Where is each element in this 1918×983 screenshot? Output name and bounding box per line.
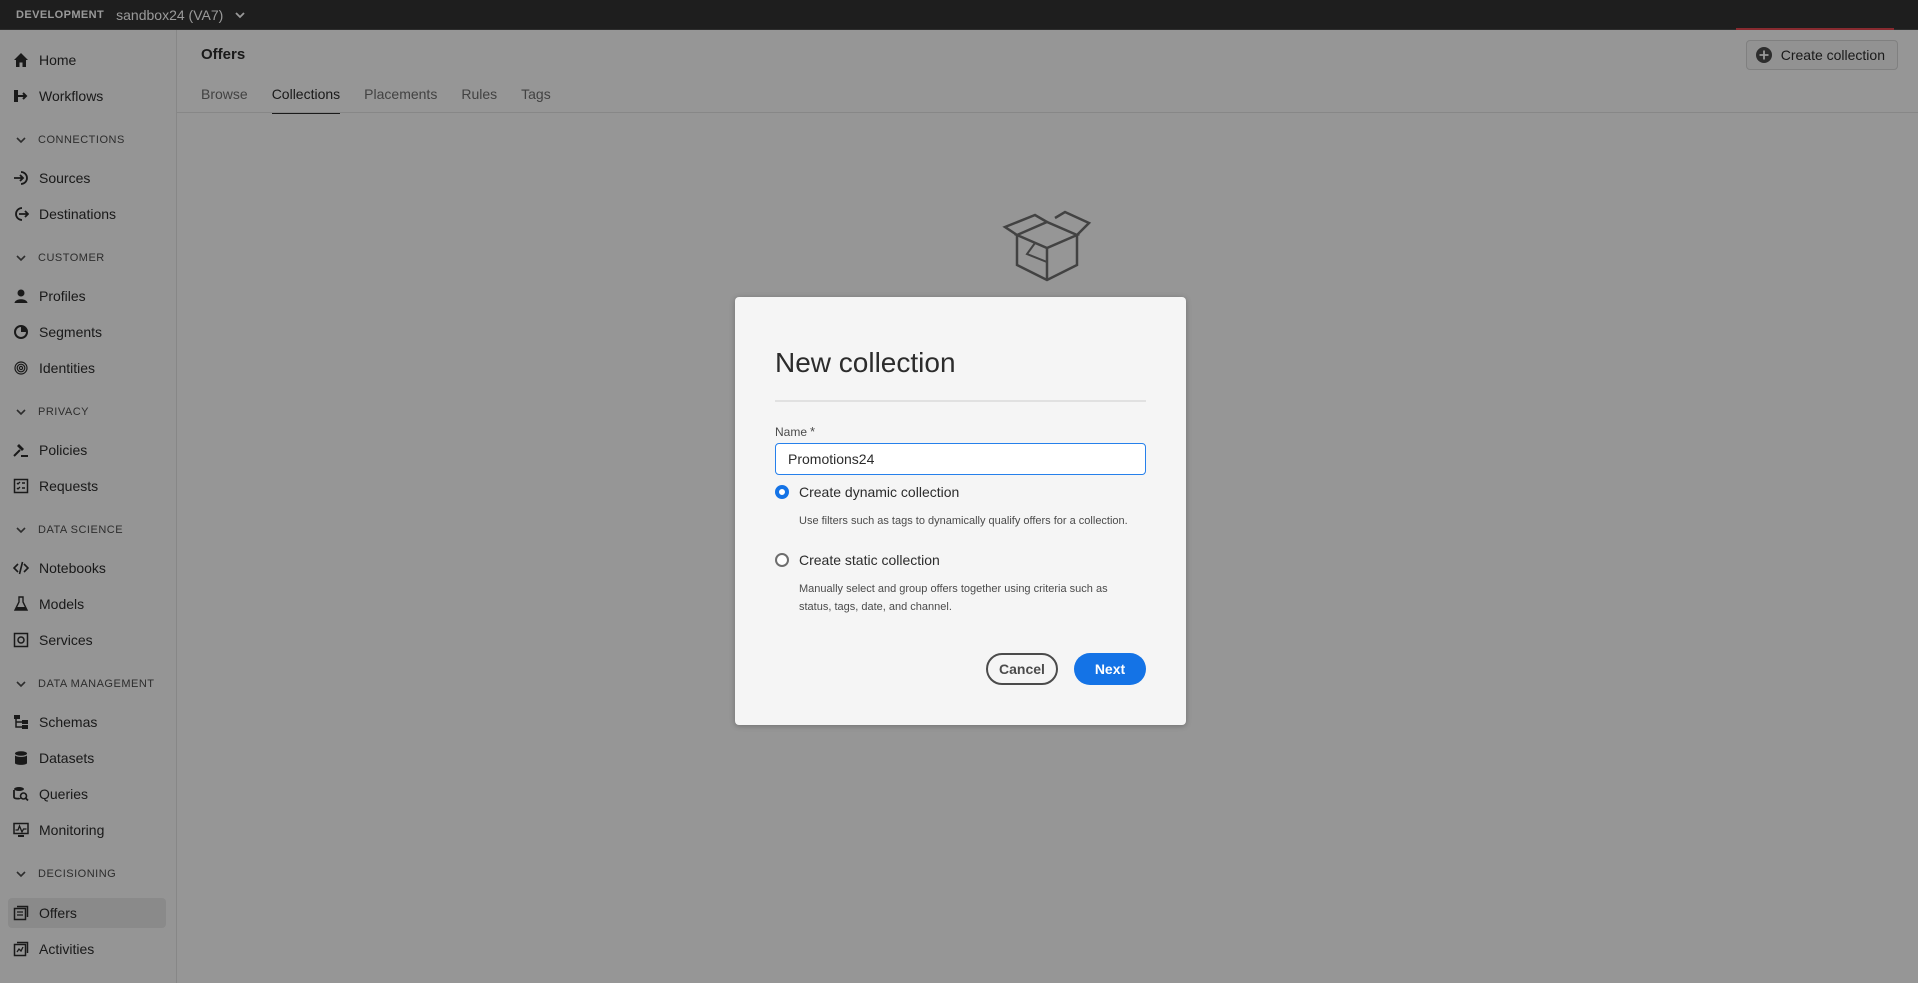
name-field-label: Name * (775, 424, 816, 439)
required-asterisk: * (810, 424, 816, 439)
cancel-button[interactable]: Cancel (986, 653, 1058, 685)
dynamic-collection-description: Use filters such as tags to dynamically … (799, 515, 1128, 527)
static-collection-label[interactable]: Create static collection (799, 552, 940, 568)
dynamic-collection-label[interactable]: Create dynamic collection (799, 484, 959, 500)
collection-name-input[interactable] (775, 443, 1146, 475)
dialog-divider (775, 400, 1146, 402)
new-collection-dialog: New collection Name* Create dynamic coll… (735, 297, 1186, 725)
static-collection-description: Manually select and group offers togethe… (799, 583, 1108, 613)
static-collection-radio[interactable] (775, 553, 789, 567)
dialog-title: New collection (775, 347, 956, 378)
next-button[interactable]: Next (1074, 653, 1146, 685)
dynamic-collection-radio[interactable] (775, 485, 789, 499)
static-collection-option[interactable]: Create static collection (775, 552, 940, 568)
dynamic-collection-option[interactable]: Create dynamic collection (775, 484, 959, 500)
